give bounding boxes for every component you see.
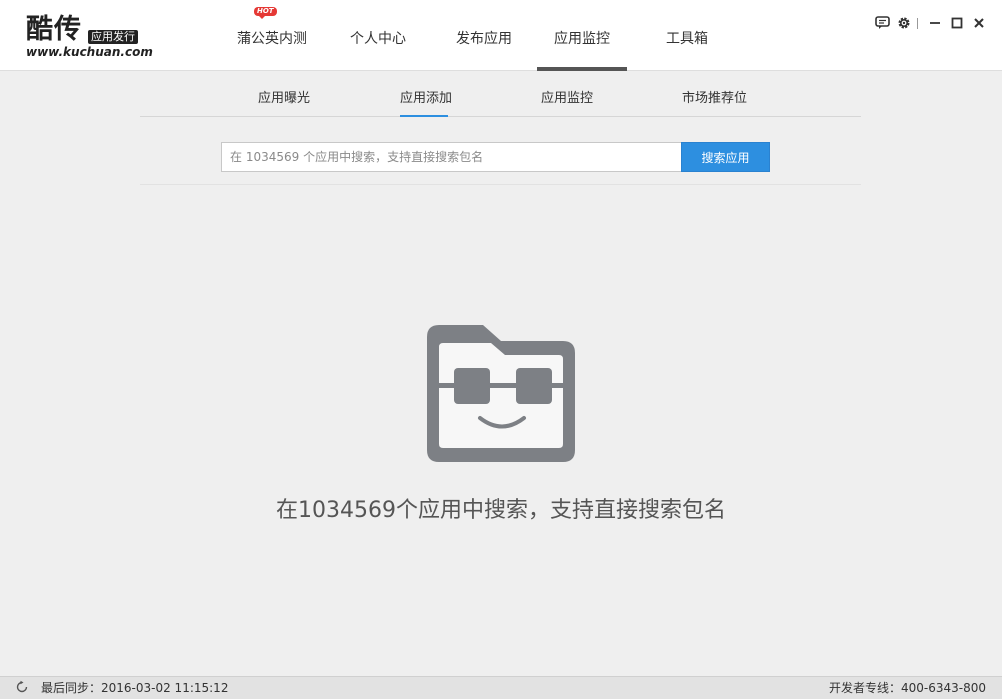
empty-state-message: 在1034569个应用中搜索，支持直接搜索包名 bbox=[276, 498, 726, 523]
logo-tag: 应用发行 bbox=[88, 30, 138, 44]
title-bar: 酷传 应用发行 www.kuchuan.com 蒲公英内测 个人中心 发布应用 … bbox=[0, 0, 1002, 71]
status-bar: 最后同步：2016-03-02 11:15:12 开发者专线：400-6343-… bbox=[0, 676, 1002, 699]
main-nav: 蒲公英内测 个人中心 发布应用 应用监控 工具箱 bbox=[219, 0, 747, 71]
kuchuan-logo[interactable]: 酷传 应用发行 www.kuchuan.com bbox=[26, 14, 156, 62]
content-divider bbox=[140, 184, 861, 185]
tab-app-exposure[interactable]: 应用曝光 bbox=[258, 71, 310, 116]
folder-robot-face-icon bbox=[425, 323, 577, 464]
last-sync-time: 最后同步：2016-03-02 11:15:12 bbox=[41, 681, 229, 695]
controls-separator bbox=[917, 17, 918, 29]
nav-item-app-monitor[interactable]: 应用监控 bbox=[537, 0, 627, 71]
nav-item-publish-app[interactable]: 发布应用 bbox=[431, 0, 537, 70]
settings-gear-icon[interactable] bbox=[893, 14, 915, 32]
logo-url: www.kuchuan.com bbox=[26, 45, 153, 59]
hot-badge: HOT bbox=[254, 7, 277, 19]
minimize-button[interactable] bbox=[924, 14, 946, 32]
feedback-icon[interactable] bbox=[871, 14, 893, 32]
nav-item-toolbox[interactable]: 工具箱 bbox=[627, 0, 747, 70]
tab-app-add[interactable]: 应用添加 bbox=[400, 71, 452, 117]
tab-app-monitor[interactable]: 应用监控 bbox=[541, 71, 593, 116]
search-input[interactable] bbox=[221, 142, 681, 172]
window-controls bbox=[871, 14, 990, 32]
refresh-icon[interactable] bbox=[14, 680, 30, 696]
close-button[interactable] bbox=[968, 14, 990, 32]
developer-hotline: 开发者专线：400-6343-800 bbox=[828, 681, 986, 695]
tab-market-recommend[interactable]: 市场推荐位 bbox=[682, 71, 747, 116]
search-app-button[interactable]: 搜索应用 bbox=[681, 142, 770, 172]
nav-item-personal-center[interactable]: 个人中心 bbox=[325, 0, 431, 70]
sub-nav: 应用曝光 应用添加 应用监控 市场推荐位 bbox=[140, 71, 861, 117]
logo-wordmark: 酷传 bbox=[26, 14, 82, 45]
maximize-button[interactable] bbox=[946, 14, 968, 32]
search-bar: 搜索应用 bbox=[221, 142, 770, 172]
